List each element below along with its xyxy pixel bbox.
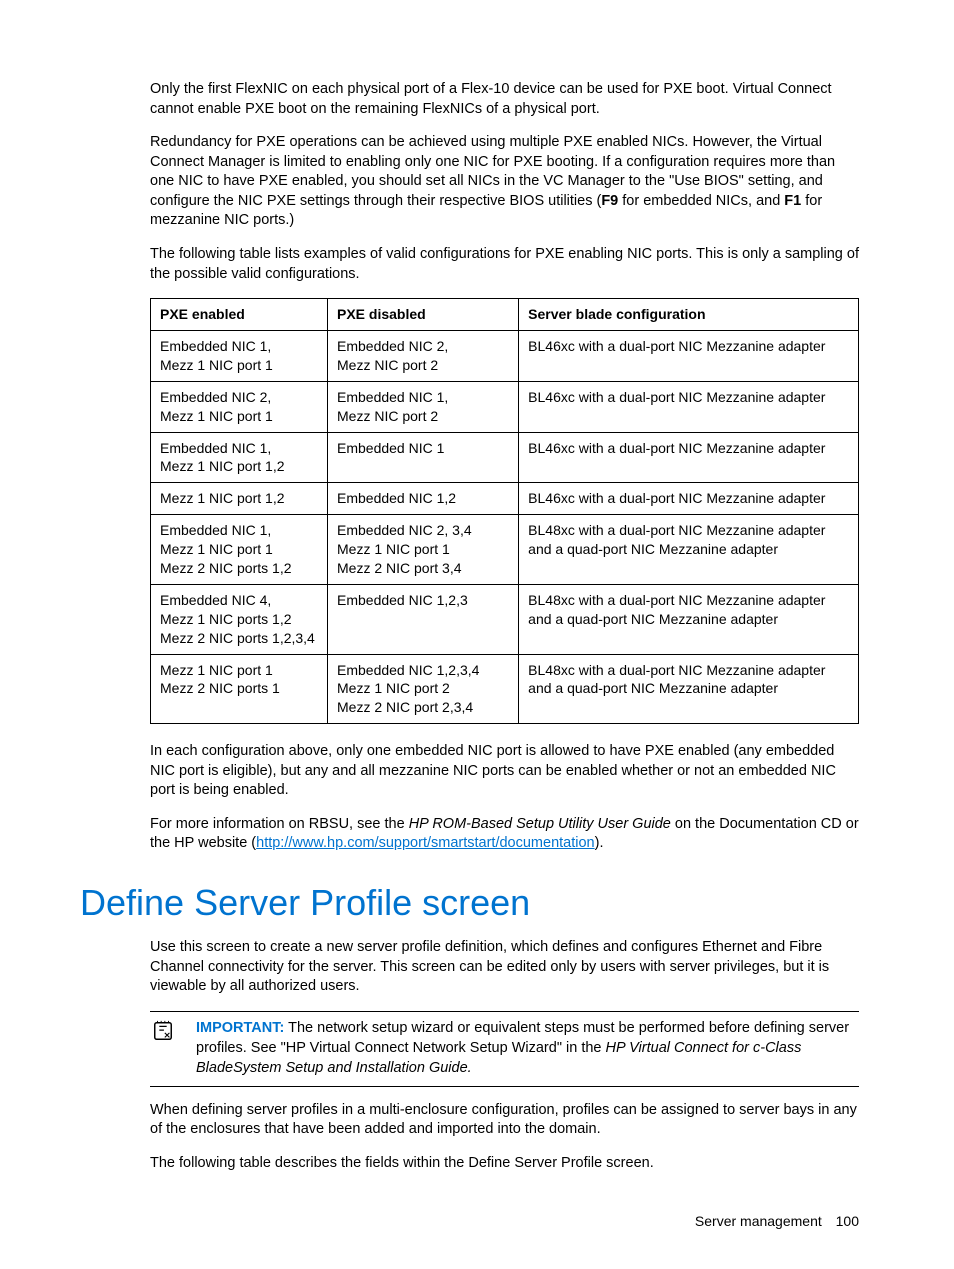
table-cell: Embedded NIC 1,2,3,4 Mezz 1 NIC port 2 M… [328,654,519,724]
table-cell: Embedded NIC 1,2,3 [328,584,519,654]
important-icon [150,1018,196,1079]
table-row: Embedded NIC 1, Mezz 1 NIC port 1 Mezz 2… [151,515,859,585]
table-cell: Embedded NIC 1, Mezz 1 NIC port 1,2 [151,432,328,483]
text: For more information on RBSU, see the [150,816,409,832]
header-server-config: Server blade configuration [519,299,859,331]
table-cell: BL46xc with a dual-port NIC Mezzanine ad… [519,483,859,515]
key-f1: F1 [784,193,801,209]
table-cell: BL46xc with a dual-port NIC Mezzanine ad… [519,330,859,381]
table-row: Embedded NIC 4, Mezz 1 NIC ports 1,2 Mez… [151,584,859,654]
paragraph-multi-enclosure: When defining server profiles in a multi… [150,1101,859,1140]
paragraph-redundancy: Redundancy for PXE operations can be ach… [150,133,859,231]
table-cell: BL46xc with a dual-port NIC Mezzanine ad… [519,432,859,483]
table-cell: Mezz 1 NIC port 1,2 [151,483,328,515]
paragraph-rbsu: For more information on RBSU, see the HP… [150,815,859,854]
table-cell: Embedded NIC 2, 3,4 Mezz 1 NIC port 1 Me… [328,515,519,585]
table-cell: Embedded NIC 1,2 [328,483,519,515]
header-pxe-disabled: PXE disabled [328,299,519,331]
table-cell: BL48xc with a dual-port NIC Mezzanine ad… [519,654,859,724]
table-row: Mezz 1 NIC port 1 Mezz 2 NIC ports 1Embe… [151,654,859,724]
table-cell: Mezz 1 NIC port 1 Mezz 2 NIC ports 1 [151,654,328,724]
text: ). [595,835,604,851]
table-row: Embedded NIC 1, Mezz 1 NIC port 1,2Embed… [151,432,859,483]
important-label: IMPORTANT: [196,1020,284,1036]
table-cell: Embedded NIC 2, Mezz 1 NIC port 1 [151,381,328,432]
important-text: IMPORTANT: The network setup wizard or e… [196,1018,859,1079]
text: for embedded NICs, and [618,193,784,209]
table-cell: Embedded NIC 1, Mezz 1 NIC port 1 [151,330,328,381]
table-cell: Embedded NIC 2, Mezz NIC port 2 [328,330,519,381]
section-heading: Define Server Profile screen [80,882,859,924]
paragraph-screen-intro: Use this screen to create a new server p… [150,938,859,997]
paragraph-flexnic: Only the first FlexNIC on each physical … [150,80,859,119]
paragraph-table-intro: The following table lists examples of va… [150,245,859,284]
table-header-row: PXE enabled PXE disabled Server blade co… [151,299,859,331]
table-cell: Embedded NIC 1, Mezz 1 NIC port 1 Mezz 2… [151,515,328,585]
paragraph-config-note: In each configuration above, only one em… [150,742,859,801]
table-cell: BL48xc with a dual-port NIC Mezzanine ad… [519,584,859,654]
pxe-config-table: PXE enabled PXE disabled Server blade co… [150,298,859,724]
key-f9: F9 [601,193,618,209]
hp-support-link[interactable]: http://www.hp.com/support/smartstart/doc… [256,835,594,851]
table-cell: Embedded NIC 1 [328,432,519,483]
table-cell: Embedded NIC 4, Mezz 1 NIC ports 1,2 Mez… [151,584,328,654]
page-footer: Server management 100 [80,1213,859,1229]
header-pxe-enabled: PXE enabled [151,299,328,331]
table-cell: BL46xc with a dual-port NIC Mezzanine ad… [519,381,859,432]
table-cell: Embedded NIC 1, Mezz NIC port 2 [328,381,519,432]
table-cell: BL48xc with a dual-port NIC Mezzanine ad… [519,515,859,585]
table-row: Mezz 1 NIC port 1,2Embedded NIC 1,2BL46x… [151,483,859,515]
footer-page-number: 100 [836,1213,859,1229]
paragraph-table-desc: The following table describes the fields… [150,1154,859,1174]
table-row: Embedded NIC 2, Mezz 1 NIC port 1Embedde… [151,381,859,432]
important-callout: IMPORTANT: The network setup wizard or e… [150,1011,859,1087]
doc-title: HP ROM-Based Setup Utility User Guide [409,816,671,832]
footer-section: Server management [695,1213,822,1229]
table-row: Embedded NIC 1, Mezz 1 NIC port 1Embedde… [151,330,859,381]
